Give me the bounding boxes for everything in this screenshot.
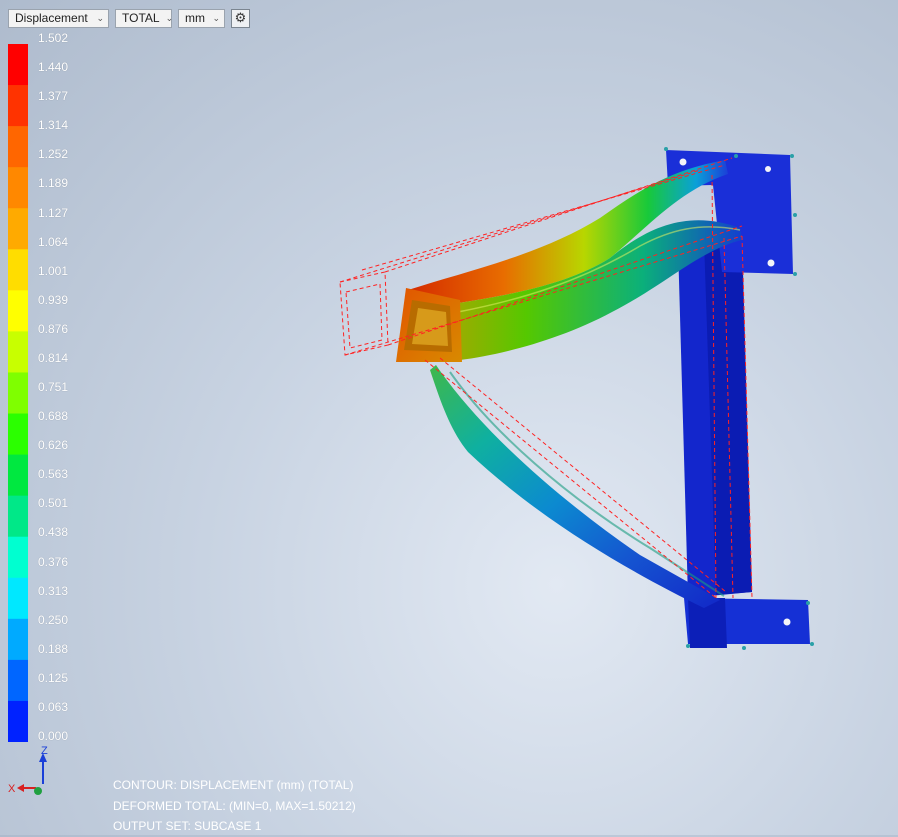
deformed-info: DEFORMED TOTAL: (MIN=0, MAX=1.50212) xyxy=(113,798,356,813)
triad-z-label: Z xyxy=(41,745,48,757)
contour-info: CONTOUR: DISPLACEMENT (mm) (TOTAL) xyxy=(113,778,354,792)
result-info-text: CONTOUR: DISPLACEMENT (mm) (TOTAL) DEFOR… xyxy=(113,775,356,837)
arm-tip xyxy=(396,288,462,362)
bracket-model-view[interactable] xyxy=(0,0,898,835)
axis-triad: Z X xyxy=(8,745,48,795)
triad-x-label: X xyxy=(8,783,16,795)
output-set-info: OUTPUT SET: SUBCASE 1 xyxy=(113,819,262,833)
diagonal-brace xyxy=(430,365,725,608)
